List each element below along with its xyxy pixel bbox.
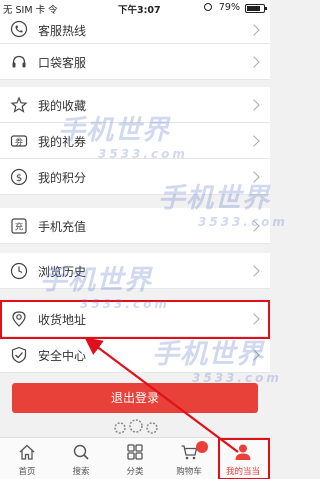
menu-label-coupons: 我的礼券 — [38, 135, 87, 149]
menu-label-recharge: 手机充值 — [38, 220, 87, 234]
menu-item-points[interactable]: $ 我的积分 — [0, 159, 270, 195]
menu-label-security: 安全中心 — [38, 349, 87, 363]
home-icon — [18, 443, 36, 461]
tab-label: 购物车 — [176, 467, 202, 477]
tab-home[interactable]: 首页 — [0, 438, 54, 479]
menu-label-hotline: 客服热线 — [38, 24, 87, 38]
chevron-right-icon — [248, 171, 260, 183]
menu-label-pocket-service: 口袋客服 — [38, 56, 87, 70]
tab-cart[interactable]: 购物车 — [162, 438, 216, 479]
logout-button[interactable]: 退出登录 — [12, 383, 258, 413]
phone-icon — [10, 20, 28, 38]
chevron-right-icon — [248, 24, 260, 36]
chevron-right-icon — [248, 56, 260, 68]
star-icon — [10, 96, 28, 114]
carrier-text: 无 SIM 卡 令 — [3, 5, 58, 16]
menu-label-points: 我的积分 — [38, 171, 87, 185]
chevron-right-icon — [248, 265, 260, 277]
menu-label-favorites: 我的收藏 — [38, 99, 87, 113]
tab-label: 首页 — [18, 467, 36, 477]
recharge-icon: 充 — [10, 217, 28, 235]
chevron-right-icon — [248, 220, 260, 232]
active-tab-highlight-box — [218, 438, 270, 479]
category-icon — [126, 443, 144, 461]
chevron-right-icon — [248, 135, 260, 147]
menu-item-recharge[interactable]: 充 手机充值 — [0, 208, 270, 244]
menu-item-favorites[interactable]: 我的收藏 — [0, 87, 270, 123]
svg-text:券: 券 — [15, 136, 23, 146]
menu-label-history: 浏览历史 — [38, 265, 87, 279]
tab-bar: 首页 搜索 分类 购物车 我的当当 — [0, 437, 270, 479]
tab-label: 分类 — [126, 467, 144, 477]
chevron-right-icon — [248, 349, 260, 361]
menu-item-hotline[interactable]: 客服热线 — [0, 16, 270, 44]
menu-item-history[interactable]: 浏览历史 — [0, 253, 270, 289]
clock: 下午3:07 — [118, 5, 161, 16]
tab-search[interactable]: 搜索 — [54, 438, 108, 479]
chevron-right-icon — [248, 99, 260, 111]
menu-item-coupons[interactable]: 券 我的礼券 — [0, 123, 270, 159]
dollar-icon: $ — [10, 168, 28, 186]
coupon-icon: 券 — [10, 132, 28, 150]
battery-percent: 79% — [218, 2, 240, 13]
headset-icon — [10, 53, 28, 71]
mascot-icon — [114, 419, 158, 434]
tab-category[interactable]: 分类 — [108, 438, 162, 479]
menu-item-pocket-service[interactable]: 口袋客服 — [0, 44, 270, 80]
status-bar: 无 SIM 卡 令 下午3:07 79% — [0, 0, 270, 16]
search-icon — [72, 443, 90, 461]
address-highlight-box — [0, 300, 270, 339]
battery-fill — [247, 6, 260, 11]
shield-check-icon — [10, 346, 28, 364]
svg-text:$: $ — [16, 173, 22, 184]
battery-icon — [245, 4, 267, 13]
cart-badge — [196, 441, 208, 453]
menu-item-security[interactable]: 安全中心 — [0, 337, 270, 373]
svg-text:充: 充 — [15, 222, 24, 233]
orientation-lock-icon — [204, 3, 212, 11]
clock-icon — [10, 262, 28, 280]
tab-label: 搜索 — [72, 467, 90, 477]
